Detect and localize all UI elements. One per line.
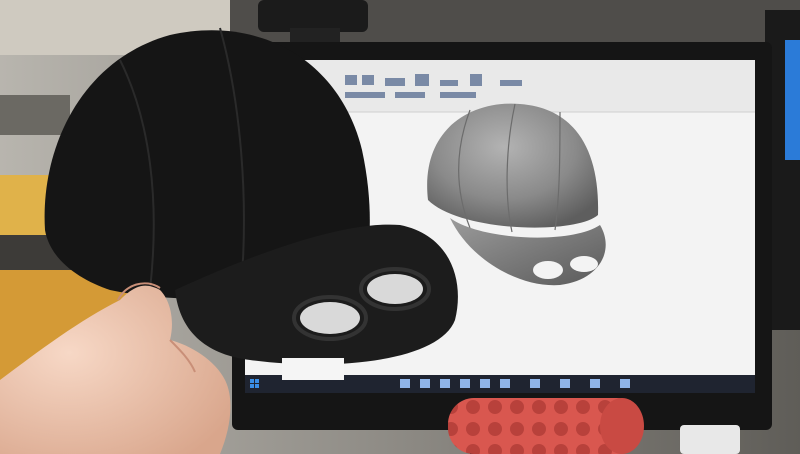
- speaker: [448, 398, 644, 454]
- wall-shelf-strip: [0, 95, 70, 135]
- phone-device: [680, 425, 740, 454]
- printed-brim-hole-right: [367, 274, 423, 304]
- cad-brim-hole-right: [570, 256, 598, 272]
- paper-label: [282, 358, 344, 380]
- cad-brim-hole-left: [533, 261, 563, 279]
- second-monitor-screen: [785, 40, 800, 160]
- photo-scene: [0, 0, 800, 454]
- printed-brim-hole-left: [300, 302, 360, 334]
